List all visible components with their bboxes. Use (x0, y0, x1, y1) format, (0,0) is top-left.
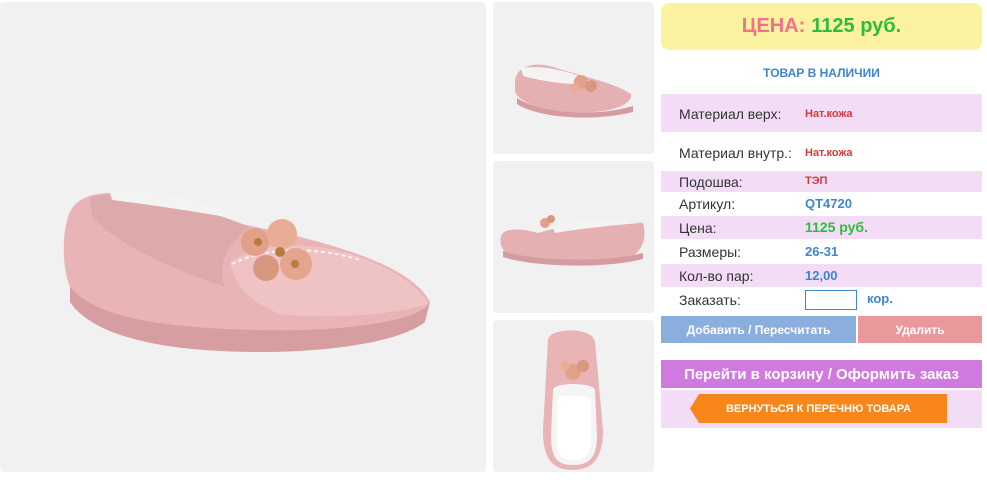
spec-label: Кол-во пар: (679, 268, 754, 284)
add-recalculate-button[interactable]: Добавить / Пересчитать (661, 316, 856, 343)
spec-label: Размеры: (679, 244, 742, 260)
spec-value: Нат.кожа (805, 147, 853, 159)
spec-row-inner-material: Материал внутр.: Нат.кожа (661, 132, 982, 170)
quantity-unit: кор. (867, 291, 893, 306)
price-value: 1125 руб. (811, 15, 902, 37)
price-banner: ЦЕНА: 1125 руб. (661, 3, 982, 50)
spec-value: 12,00 (805, 268, 838, 283)
spec-value: 26-31 (805, 244, 839, 259)
main-product-photo (0, 2, 486, 472)
price-label: ЦЕНА: (741, 15, 806, 37)
spec-label: Подошва: (679, 174, 743, 190)
thumbnail-side-view[interactable] (493, 2, 654, 154)
spec-label: Артикул: (679, 196, 736, 212)
spec-value: 1125 руб. (805, 219, 868, 235)
thumbnail-top-view[interactable] (493, 320, 654, 472)
back-button-container: ВЕРНУТЬСЯ К ПЕРЕЧНЮ ТОВАРА (661, 390, 982, 428)
spec-row-sole: Подошва: ТЭП (661, 171, 982, 192)
spec-label: Материал внутр.: (679, 145, 792, 161)
spec-row-upper-material: Материал верх: Нат.кожа (661, 94, 982, 132)
spec-value: ТЭП (805, 175, 828, 187)
back-to-list-button[interactable]: ВЕРНУТЬСЯ К ПЕРЕЧНЮ ТОВАРА (690, 394, 947, 423)
stock-status: ТОВАР В НАЛИЧИИ (763, 66, 880, 80)
spec-row-article: Артикул: QT4720 (661, 192, 982, 215)
spec-value: QT4720 (805, 196, 852, 211)
spec-value: Нат.кожа (805, 108, 853, 120)
quantity-input[interactable] (805, 290, 857, 310)
go-to-cart-button[interactable]: Перейти в корзину / Оформить заказ (661, 360, 982, 388)
thumbnail-inner-side-view[interactable] (493, 161, 654, 313)
delete-button[interactable]: Удалить (858, 316, 982, 343)
spec-label: Цена: (679, 220, 717, 236)
spec-row-sizes: Размеры: 26-31 (661, 240, 982, 263)
spec-row-pairs: Кол-во пар: 12,00 (661, 264, 982, 287)
spec-label: Материал верх: (679, 106, 782, 122)
order-label: Заказать: (679, 292, 741, 308)
spec-row-price: Цена: 1125 руб. (661, 216, 982, 239)
